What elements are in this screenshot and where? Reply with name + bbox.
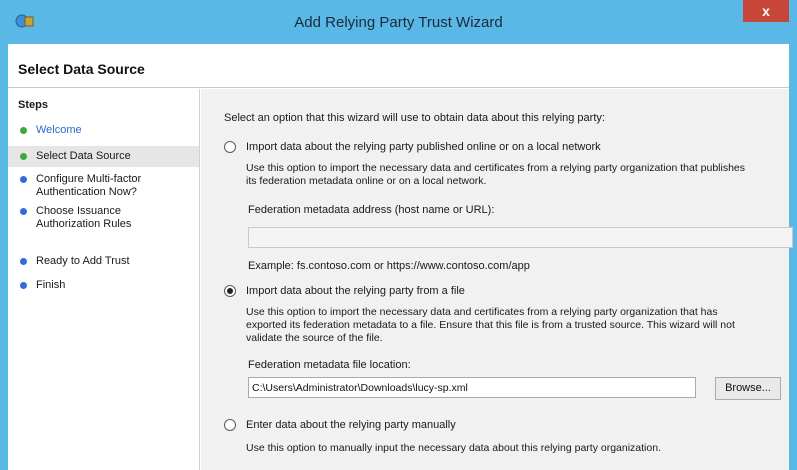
step-select-data-source[interactable]: Select Data Source <box>8 146 199 167</box>
step-label: Ready to Add Trust <box>36 255 130 267</box>
desc-line: Use this option to import the necessary … <box>246 162 746 174</box>
page-header: Select Data Source <box>8 44 789 88</box>
desc-line: exported its federation metadata to a fi… <box>246 319 735 331</box>
steps-heading: Steps <box>18 99 48 111</box>
step-current-icon <box>20 153 27 160</box>
step-configure-mfa[interactable]: Configure Multi-factor Authentication No… <box>8 173 199 199</box>
step-pending-icon <box>20 258 27 265</box>
step-finish[interactable]: Finish <box>8 279 199 292</box>
step-label-line2: Authentication Now? <box>36 186 137 198</box>
client-area: Select Data Source Steps Welcome Select … <box>8 44 793 470</box>
example-text: Example: fs.contoso.com or https://www.c… <box>248 260 530 272</box>
step-choose-issuance[interactable]: Choose Issuance Authorization Rules <box>8 205 199 231</box>
option-file-desc: Use this option to import the necessary … <box>246 306 735 345</box>
radio-enter-manually[interactable] <box>224 419 236 431</box>
option-online-label[interactable]: Import data about the relying party publ… <box>246 141 601 153</box>
step-complete-icon <box>20 127 27 134</box>
step-pending-icon <box>20 208 27 215</box>
step-label: Choose Issuance <box>36 205 121 217</box>
metadata-file-label: Federation metadata file location: <box>248 359 411 371</box>
window-title: Add Relying Party Trust Wizard <box>294 14 503 31</box>
desc-line: Use this option to import the necessary … <box>246 306 718 318</box>
intro-text: Select an option that this wizard will u… <box>224 112 605 124</box>
title-bar[interactable]: Add Relying Party Trust Wizard x <box>0 0 797 44</box>
metadata-address-input[interactable] <box>248 227 793 248</box>
option-manual-desc: Use this option to manually input the ne… <box>246 442 661 454</box>
close-button[interactable]: x <box>743 0 789 22</box>
step-label: Select Data Source <box>36 150 131 162</box>
step-welcome[interactable]: Welcome <box>8 124 199 137</box>
step-pending-icon <box>20 282 27 289</box>
option-online-desc: Use this option to import the necessary … <box>246 162 745 188</box>
main-panel: Select an option that this wizard will u… <box>201 89 793 470</box>
steps-panel: Steps Welcome Select Data Source Configu… <box>8 89 200 470</box>
step-label: Configure Multi-factor <box>36 173 142 185</box>
desc-line: validate the source of the file. <box>246 332 383 344</box>
metadata-file-input[interactable] <box>248 377 696 398</box>
desc-line: its federation metadata online or on a l… <box>246 175 487 187</box>
browse-button[interactable]: Browse... <box>715 377 781 400</box>
step-ready-to-add[interactable]: Ready to Add Trust <box>8 255 199 268</box>
metadata-address-label: Federation metadata address (host name o… <box>248 204 495 216</box>
option-file-label[interactable]: Import data about the relying party from… <box>246 285 465 297</box>
step-pending-icon <box>20 176 27 183</box>
page-title: Select Data Source <box>18 61 145 77</box>
step-label: Welcome <box>36 124 82 136</box>
step-label: Finish <box>36 279 66 291</box>
radio-import-file[interactable] <box>224 285 236 297</box>
option-manual-label[interactable]: Enter data about the relying party manua… <box>246 419 456 431</box>
step-label-line2: Authorization Rules <box>36 218 132 230</box>
radio-import-online[interactable] <box>224 141 236 153</box>
wizard-window: Add Relying Party Trust Wizard x Select … <box>0 0 797 470</box>
